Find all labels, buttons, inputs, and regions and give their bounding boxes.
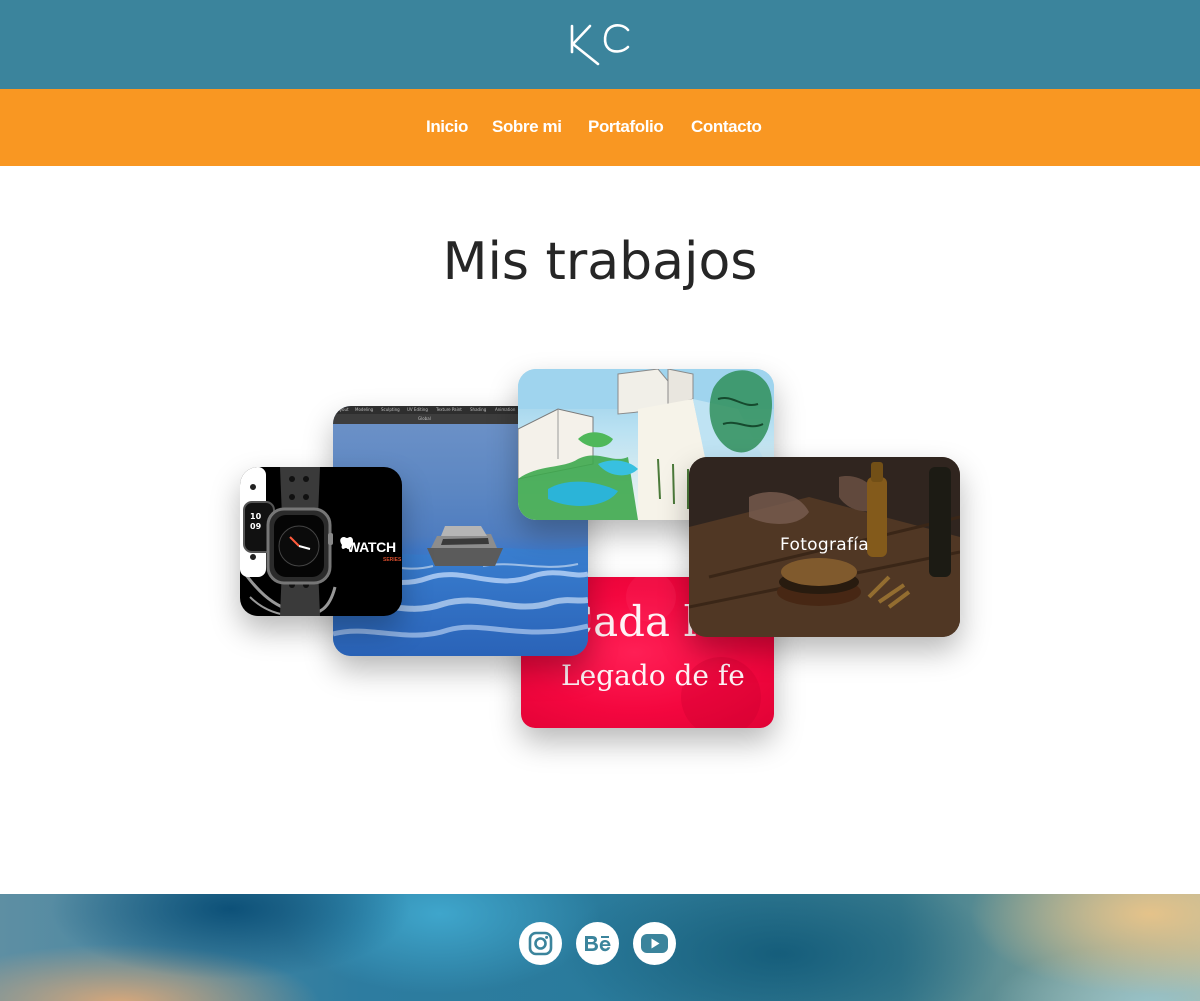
watch-series-label: SERIES <box>383 557 402 563</box>
kc-logo[interactable]: KC <box>568 22 632 66</box>
svg-text:10: 10 <box>250 512 262 521</box>
portfolio-card-apple-watch[interactable]: 10 09 WATCH SERIES <box>240 467 402 616</box>
instagram-link[interactable] <box>519 922 562 965</box>
lettering-line-2: Legado de fe <box>561 659 745 692</box>
portfolio-card-photography[interactable]: Fotografía <box>689 457 960 637</box>
youtube-link[interactable] <box>633 922 676 965</box>
behance-link[interactable] <box>576 922 619 965</box>
site-footer <box>0 894 1200 1001</box>
behance-icon <box>585 936 611 952</box>
nav-item-inicio[interactable]: Inicio <box>426 117 468 137</box>
main-nav: Inicio Sobre mi Portafolio Contacto <box>0 89 1200 166</box>
instagram-icon <box>528 931 553 956</box>
photography-label: Fotografía <box>780 535 869 555</box>
nav-item-contacto[interactable]: Contacto <box>691 117 762 137</box>
nav-item-sobre-mi[interactable]: Sobre mi <box>492 117 562 137</box>
youtube-icon <box>641 934 668 953</box>
watch-wordmark: WATCH <box>347 539 396 555</box>
svg-text:09: 09 <box>250 522 262 531</box>
page-title: Mis trabajos <box>442 232 758 292</box>
site-header: KC <box>0 0 1200 89</box>
nav-item-portafolio[interactable]: Portafolio <box>588 117 664 137</box>
